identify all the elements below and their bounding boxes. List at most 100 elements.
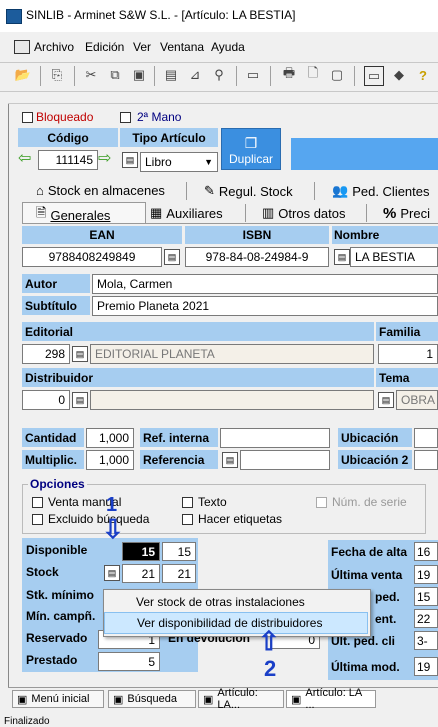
cantidad-field[interactable]: 1,000 [86, 428, 134, 448]
distribuidor-code-field[interactable]: 0 [22, 390, 70, 410]
system-menu-icon[interactable] [14, 40, 30, 54]
duplicar-button[interactable]: ❐ Duplicar [221, 128, 281, 170]
tipo-articulo-label: Tipo Artículo [120, 128, 218, 147]
segunda-mano-checkbox[interactable] [120, 112, 131, 123]
menu-archivo[interactable]: Archivo [34, 40, 74, 54]
ean-field[interactable]: 9788408249849 [22, 247, 162, 267]
task-articulo-1[interactable]: ▣ Artículo: LA... [198, 687, 284, 711]
hacer-etiquetas-checkbox[interactable] [182, 514, 193, 525]
duplicar-label: Duplicar [228, 152, 273, 166]
tema-field: OBRA [396, 390, 438, 410]
tab-stock-almacenes[interactable]: ⌂ Stock en almacenes [36, 183, 165, 198]
referencia-field[interactable] [240, 450, 330, 470]
tab-auxiliares[interactable]: ▦ Auxiliares [150, 205, 223, 221]
form-icon[interactable]: ▤ [162, 66, 180, 84]
down-arrow-annotation-icon: ⇩ [102, 514, 124, 544]
distribuidor-lookup-icon[interactable]: ▤ [72, 392, 88, 408]
min-campana-label: Mín. campñ. [26, 609, 96, 623]
home-icon: ⌂ [36, 183, 44, 198]
tab-precios[interactable]: % Preci [383, 205, 430, 222]
paste-icon[interactable]: ▣ [130, 66, 148, 84]
subtitulo-field[interactable]: Premio Planeta 2021 [92, 296, 438, 316]
ultima-mod-label: Última mod. [331, 660, 400, 674]
multiplic-field[interactable]: 1,000 [86, 450, 134, 470]
distribuidor-name-field [90, 390, 374, 410]
menu-ayuda[interactable]: Ayuda [211, 40, 245, 54]
excluido-busqueda-checkbox[interactable] [32, 514, 43, 525]
prev-record-arrow-icon[interactable]: ⇦ [18, 150, 36, 168]
window-icon: ▣ [17, 693, 28, 706]
tab-ped-clientes[interactable]: 👥 Ped. Clientes [332, 183, 430, 199]
prestado-label: Prestado [26, 653, 78, 667]
tipo-articulo-select[interactable]: Libro ▼ [140, 152, 218, 172]
exit-icon[interactable]: ⎘ [48, 66, 66, 84]
autor-field[interactable]: Mola, Carmen [92, 274, 438, 294]
copy-icon[interactable]: ⧉ [106, 66, 124, 84]
venta-manual-checkbox[interactable] [32, 497, 43, 508]
codigo-label: Código [18, 128, 118, 147]
menu-item-stock-otras-instalaciones[interactable]: Ver stock de otras instalaciones [104, 591, 368, 613]
isbn-field[interactable]: 978-84-08-24984-9 [185, 247, 329, 267]
tema-lookup-icon[interactable]: ▤ [378, 392, 394, 408]
nombre-field[interactable]: LA BESTIA [350, 247, 438, 267]
form-top-strip [8, 96, 438, 104]
opciones-group [22, 484, 426, 534]
print-icon[interactable]: 🖶 [280, 65, 298, 84]
open-folder-icon[interactable]: 📂 [14, 66, 32, 84]
task-busqueda[interactable]: ▣ Búsqueda [108, 690, 196, 708]
task-articulo-2[interactable]: ▣ Artículo: LA ... [286, 687, 376, 711]
excluido-busqueda-label: Excluido búsqueda [48, 512, 150, 526]
ubicacion2-field[interactable] [414, 450, 438, 470]
texto-checkbox[interactable] [182, 497, 193, 508]
tab-divider [22, 223, 438, 224]
bloqueado-checkbox[interactable] [22, 112, 33, 123]
cantidad-label: Cantidad [22, 428, 84, 447]
nombre-lookup-icon[interactable]: ▤ [334, 249, 350, 265]
next-record-arrow-icon[interactable]: ⇨ [98, 150, 116, 168]
stock-lookup-icon[interactable]: ▤ [104, 565, 120, 581]
erase-icon[interactable]: ▭ [244, 66, 262, 84]
filter-icon[interactable]: ⊿ [186, 66, 204, 84]
layers-icon[interactable]: ◆ [390, 66, 408, 84]
ubicacion-field[interactable] [414, 428, 438, 448]
menu-edicion[interactable]: Edición [85, 40, 124, 54]
cut-icon[interactable]: ✂ [82, 66, 100, 84]
familia-field[interactable]: 1 [378, 344, 438, 364]
tab-label: Stock en almacenes [47, 183, 165, 198]
pages-icon: ▥ [262, 205, 275, 220]
toolbar-separator [270, 66, 271, 86]
menu-item-disponibilidad-distribuidores[interactable]: Ver disponibilidad de distribuidores [104, 612, 368, 634]
tab-otros-datos[interactable]: ▥ Otros datos [262, 205, 346, 221]
ean-header: EAN [22, 226, 182, 244]
distribuidor-label: Distribuidor [22, 368, 374, 387]
ean-lookup-icon[interactable]: ▤ [164, 249, 180, 265]
task-menu-inicial[interactable]: ▣ Menú inicial [12, 690, 104, 708]
referencia-lookup-icon[interactable]: ▤ [222, 452, 238, 468]
menu-ventana[interactable]: Ventana [160, 40, 204, 54]
print-preview-icon[interactable]: 🗋 [304, 65, 322, 84]
ultima-venta-field: 19 [414, 565, 438, 584]
tab-regul-stock[interactable]: ✎ Regul. Stock [204, 183, 293, 199]
nombre-header: Nombre [332, 226, 438, 244]
title-bar: SINLIB - Arminet S&W S.L. - [Artículo: L… [0, 0, 438, 32]
ref-interna-field[interactable] [220, 428, 330, 448]
save-icon[interactable]: ▢ [328, 66, 346, 84]
tab-label: Ped. Clientes [352, 183, 430, 199]
autor-label: Autor [22, 274, 90, 293]
tab-label: Otros datos [278, 205, 346, 221]
search-icon[interactable]: ⚲ [210, 66, 228, 84]
editorial-label: Editorial [22, 322, 374, 341]
tipo-lookup-icon[interactable]: ▤ [122, 152, 138, 168]
stk-minimo-label: Stk. mínimo [26, 588, 95, 602]
codigo-field[interactable]: 111145 [38, 150, 98, 170]
menu-ver[interactable]: Ver [133, 40, 151, 54]
ult-ped-field: 15 [414, 587, 438, 606]
disponible-a-field: 15 [122, 542, 160, 561]
editorial-code-field[interactable]: 298 [22, 344, 70, 364]
help-icon[interactable]: ? [414, 66, 432, 84]
opciones-title: Opciones [28, 477, 87, 491]
window-icon[interactable]: ▭ [364, 66, 384, 86]
editorial-lookup-icon[interactable]: ▤ [72, 346, 88, 362]
num-serie-checkbox[interactable] [316, 497, 327, 508]
toolbar-separator [236, 66, 237, 86]
